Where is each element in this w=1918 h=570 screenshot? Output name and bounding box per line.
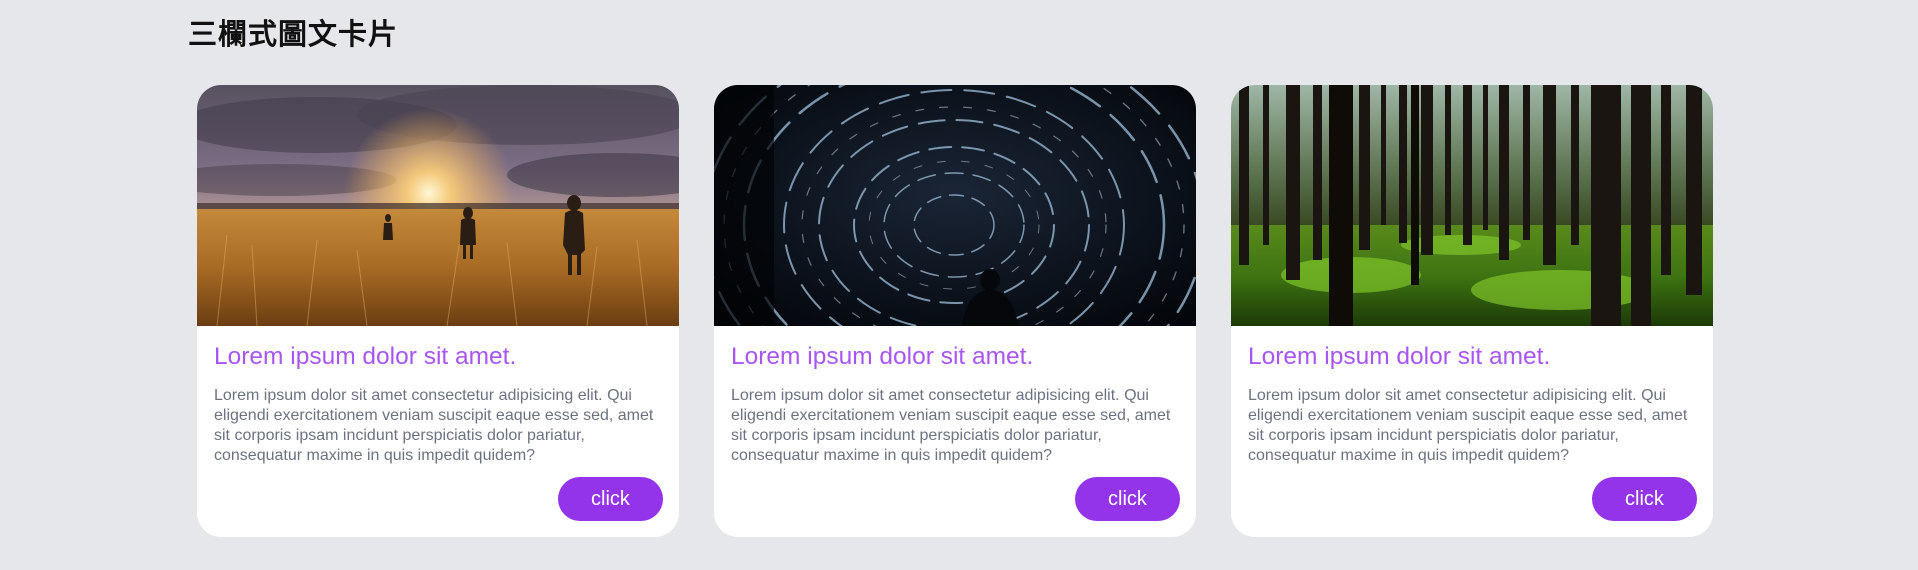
- forest-image: [1231, 85, 1713, 326]
- card-text: Lorem ipsum dolor sit amet consectetur a…: [214, 387, 654, 464]
- card-2: Lorem ipsum dolor sit amet. Lorem ipsum …: [714, 85, 1196, 537]
- star-trails-image: [714, 85, 1196, 326]
- click-button[interactable]: click: [1592, 477, 1697, 521]
- page-title: 三欄式圖文卡片: [188, 17, 399, 51]
- card-text: Lorem ipsum dolor sit amet consectetur a…: [731, 387, 1171, 464]
- card-title: Lorem ipsum dolor sit amet.: [731, 343, 1034, 370]
- sunset-field-image: [197, 85, 679, 326]
- card-text: Lorem ipsum dolor sit amet consectetur a…: [1248, 387, 1688, 464]
- card-3: Lorem ipsum dolor sit amet. Lorem ipsum …: [1231, 85, 1713, 537]
- card-1: Lorem ipsum dolor sit amet. Lorem ipsum …: [197, 85, 679, 537]
- card-title: Lorem ipsum dolor sit amet.: [1248, 343, 1551, 370]
- click-button[interactable]: click: [558, 477, 663, 521]
- click-button[interactable]: click: [1075, 477, 1180, 521]
- card-title: Lorem ipsum dolor sit amet.: [214, 343, 517, 370]
